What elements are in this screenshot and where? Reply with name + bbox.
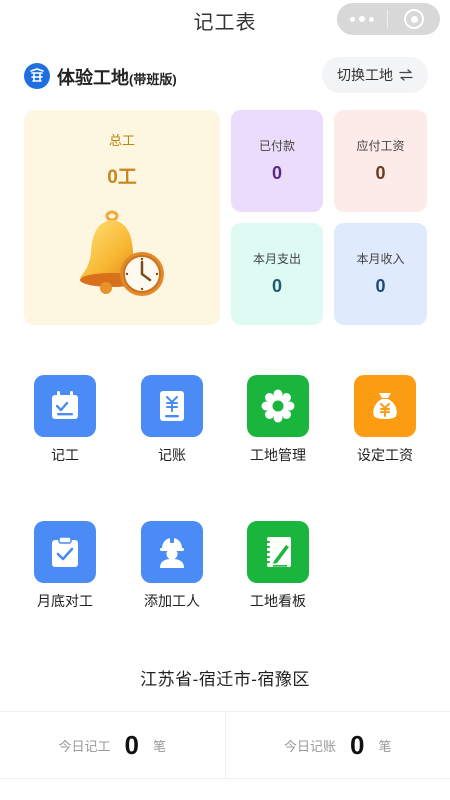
money-bag-icon xyxy=(354,375,416,437)
site-name-suffix: (带班版) xyxy=(129,72,177,87)
location-text: 江苏省-宿迁市-宿豫区 xyxy=(140,670,310,689)
add-worker-button[interactable]: 添加工人 xyxy=(132,521,212,611)
switch-arrows-icon xyxy=(399,69,413,81)
close-circle-icon[interactable] xyxy=(388,3,440,35)
month-check-button[interactable]: 月底对工 xyxy=(25,521,105,611)
switch-site-label: 切换工地 xyxy=(337,67,393,83)
month-spend-value: 0 xyxy=(271,276,282,296)
total-work-value: 0工 xyxy=(107,167,137,188)
payable-card[interactable]: 应付工资 0 xyxy=(334,110,427,212)
worker-helmet-icon xyxy=(141,521,203,583)
month-income-value: 0 xyxy=(375,276,386,296)
today-account-summary[interactable]: 今日记账 0 笔 xyxy=(224,712,450,778)
site-manage-button[interactable]: 工地管理 xyxy=(238,375,318,465)
calendar-check-icon xyxy=(34,375,96,437)
month-check-label: 月底对工 xyxy=(37,593,93,609)
total-work-card[interactable]: 总工 0工 xyxy=(24,110,220,325)
month-spend-label: 本月支出 xyxy=(252,252,301,266)
site-board-label: 工地看板 xyxy=(250,593,306,609)
total-work-label: 总工 xyxy=(108,133,135,148)
bell-clock-icon xyxy=(80,210,164,296)
bookkeeping-button[interactable]: 记账 xyxy=(132,375,212,465)
site-logo-icon xyxy=(24,63,50,89)
today-work-summary[interactable]: 今日记工 0 笔 xyxy=(0,712,225,778)
today-work-value: 0 xyxy=(124,729,139,760)
payable-label: 应付工资 xyxy=(356,139,405,153)
notebook-pen-icon xyxy=(247,521,309,583)
site-name: 体验工地(带班版) xyxy=(57,64,177,90)
month-income-card[interactable]: 本月收入 0 xyxy=(334,223,427,325)
today-account-label: 今日记账 xyxy=(284,738,337,754)
set-wage-button[interactable]: 设定工资 xyxy=(345,375,425,465)
top-bar: 记工表 xyxy=(0,0,450,38)
add-worker-label: 添加工人 xyxy=(144,593,200,609)
site-header: 体验工地(带班版) 切换工地 xyxy=(24,57,428,93)
site-board-button[interactable]: 工地看板 xyxy=(238,521,318,611)
switch-site-button[interactable]: 切换工地 xyxy=(322,57,428,93)
bookkeeping-label: 记账 xyxy=(158,447,186,463)
mini-program-capsule xyxy=(337,3,440,35)
month-income-label: 本月收入 xyxy=(356,252,405,266)
paid-value: 0 xyxy=(271,163,282,183)
paid-label: 已付款 xyxy=(258,139,295,153)
set-wage-label: 设定工资 xyxy=(357,447,413,463)
today-work-label: 今日记工 xyxy=(58,738,111,754)
site-manage-label: 工地管理 xyxy=(250,447,306,463)
clipboard-check-icon xyxy=(34,521,96,583)
record-work-button[interactable]: 记工 xyxy=(25,375,105,465)
today-account-value: 0 xyxy=(350,729,365,760)
more-icon[interactable] xyxy=(337,3,387,35)
today-summary: 今日记工 0 笔 今日记账 0 笔 xyxy=(0,711,450,779)
month-spend-card[interactable]: 本月支出 0 xyxy=(231,223,323,325)
gear-icon xyxy=(247,375,309,437)
site-name-text: 体验工地 xyxy=(57,68,129,88)
today-account-unit: 笔 xyxy=(378,738,392,754)
today-work-unit: 笔 xyxy=(152,738,166,754)
record-work-label: 记工 xyxy=(51,447,79,463)
payable-value: 0 xyxy=(375,163,386,183)
yuan-document-icon xyxy=(141,375,203,437)
paid-card[interactable]: 已付款 0 xyxy=(231,110,323,212)
